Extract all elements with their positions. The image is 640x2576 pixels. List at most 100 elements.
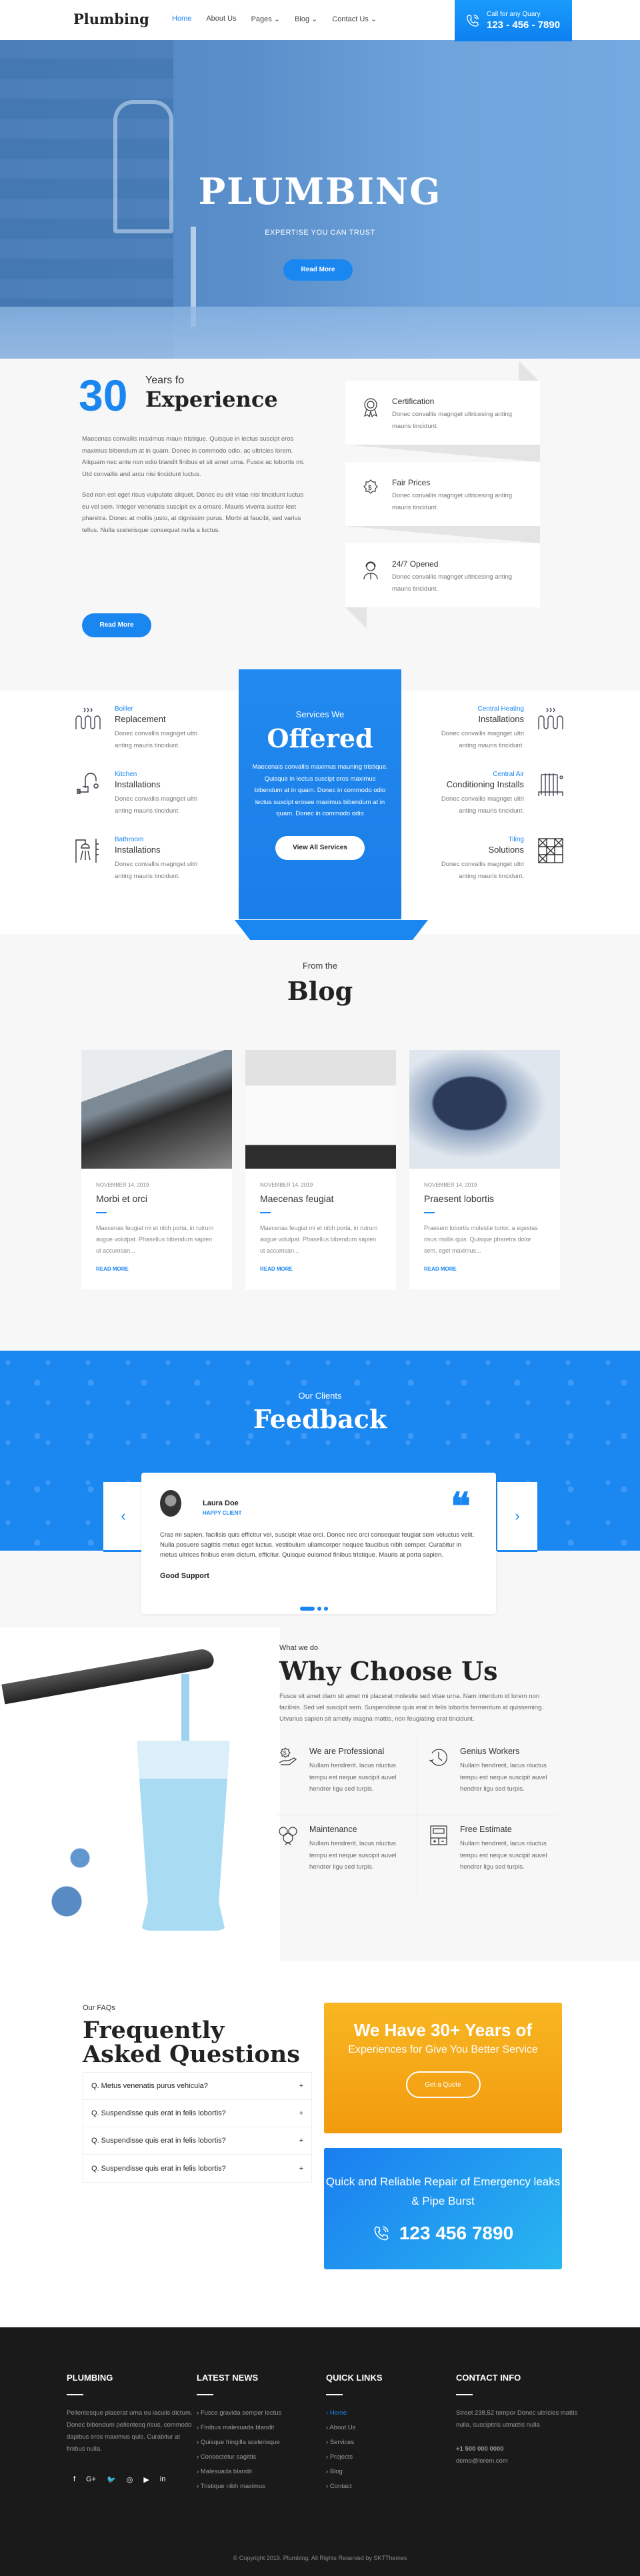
why-item: Maintenance Nullam hendrerit, lacus nluct…: [277, 1815, 417, 1893]
call-number[interactable]: 123 - 456 - 7890: [487, 19, 560, 31]
experience-read-more-button[interactable]: Read More: [82, 613, 151, 637]
service-category: Tiling: [508, 836, 524, 843]
faq-item[interactable]: Q. Suspendisse quis erat in felis lobort…: [83, 2127, 311, 2155]
plus-icon[interactable]: +: [299, 2137, 303, 2145]
ribbon-fold: [345, 445, 540, 462]
carousel-dot-active[interactable]: [300, 1607, 315, 1611]
faq-item[interactable]: Q. Suspendisse quis erat in felis lobort…: [83, 2155, 311, 2182]
nav-about[interactable]: About Us: [206, 15, 236, 23]
contact-email[interactable]: demo@lorem.com: [456, 2455, 583, 2467]
blog-title: Blog: [287, 976, 353, 1006]
plus-icon[interactable]: +: [299, 2165, 303, 2173]
feature-text: Donec convallis magnget ultricesing anti…: [392, 492, 513, 511]
contact-phone[interactable]: +1 500 000 0000: [456, 2443, 583, 2455]
why-item-title: Free Estimate: [460, 1825, 512, 1834]
get-quote-button[interactable]: Get a Quote: [405, 2071, 481, 2098]
blog-card[interactable]: NOVEMBER 14, 2019 Morbi et orci Maecenas…: [81, 1050, 232, 1289]
feature-title: Fair Prices: [392, 478, 431, 487]
why-item-text: Nullam hendrerit, lacus nluctus tempu es…: [309, 1762, 397, 1793]
blog-read-more-link[interactable]: READ MORE: [424, 1266, 545, 1272]
why-title: Why Choose Us: [279, 1656, 498, 1686]
footer-about-text: Pellentesque placerat urna eu iaculis di…: [67, 2409, 193, 2453]
services-left-list: Boiller Replacement Donec convallis magnge…: [73, 705, 227, 901]
nav-contact[interactable]: Contact Us ⌄: [332, 15, 377, 23]
hero-section: PLUMBING EXPERTISE YOU CAN TRUST Read Mo…: [0, 40, 640, 359]
next-slide-panel[interactable]: ›: [497, 1482, 537, 1552]
hero-title: PLUMBING: [198, 170, 442, 213]
client-avatar: [160, 1490, 181, 1517]
why-item-text: Nullam hendrerit, lacus nluctus tempu es…: [460, 1762, 547, 1793]
service-text: Donec convallis magnget ultri anting mau…: [441, 861, 524, 880]
blog-image-kitchen-sink[interactable]: [81, 1050, 232, 1169]
blog-card[interactable]: NOVEMBER 14, 2019 Maecenas feugiat Maece…: [245, 1050, 396, 1289]
carousel-dot[interactable]: [317, 1607, 321, 1611]
carousel-dot[interactable]: [324, 1607, 328, 1611]
prev-slide-panel[interactable]: ‹: [103, 1482, 143, 1552]
blog-image-shower-head[interactable]: [409, 1050, 560, 1169]
why-choose-us-section: What we do Why Choose Us Fusce sit amet …: [0, 1627, 640, 1961]
service-item[interactable]: Boiller Replacement Donec convallis magnge…: [73, 705, 227, 771]
blog-card[interactable]: NOVEMBER 14, 2019 Praesent lobortis Prae…: [409, 1050, 560, 1289]
promo-text: Experiences for Give You Better Service: [348, 2044, 538, 2055]
chevron-right-icon[interactable]: ›: [497, 1507, 537, 1525]
news-link[interactable]: Tristique nibh maximus: [197, 2478, 323, 2495]
view-all-services-button[interactable]: View All Services: [275, 835, 365, 860]
facebook-icon[interactable]: f: [73, 2475, 75, 2484]
service-text: Donec convallis magnget ultri anting mau…: [441, 730, 524, 749]
quick-link-contact[interactable]: Contact: [326, 2478, 453, 2495]
service-category: Kitchen: [115, 771, 137, 778]
emergency-repair-box: Quick and Reliable Repair of Emergency l…: [324, 2148, 562, 2269]
site-logo[interactable]: Plumbing: [73, 11, 149, 27]
footer-about-title: PLUMBING: [67, 2373, 113, 2383]
faq-item[interactable]: Q. Metus venenatis purus vehicula? +: [83, 2073, 311, 2100]
blog-image-bathtub[interactable]: [245, 1050, 396, 1169]
service-item[interactable]: Central Heating Installations Donec conval…: [412, 705, 565, 771]
twitter-icon[interactable]: 🐦: [107, 2475, 116, 2484]
services-title: Offered: [267, 723, 373, 753]
blog-post-title[interactable]: Morbi et orci: [96, 1193, 217, 1204]
service-item[interactable]: Bathroom Installations Donec convallis mag…: [73, 836, 227, 901]
hero-read-more-button[interactable]: Read More: [283, 259, 353, 281]
blog-read-more-link[interactable]: READ MORE: [260, 1266, 381, 1272]
blog-post-title[interactable]: Maecenas feugiat: [260, 1193, 381, 1204]
blog-post-title[interactable]: Praesent lobortis: [424, 1193, 545, 1204]
ribbon-fold: [519, 361, 540, 382]
blog-excerpt: Maecenas feugiat mi et nibh porta, in ru…: [96, 1225, 214, 1254]
nav-pages[interactable]: Pages ⌄: [251, 15, 280, 23]
services-description: Maecenais convallis maximus mauning tris…: [252, 763, 388, 817]
faq-question[interactable]: Q. Suspendisse quis erat in felis lobort…: [91, 2165, 226, 2173]
linkedin-icon[interactable]: in: [160, 2475, 166, 2484]
service-item[interactable]: Tiling Solutions Donec convallis magnget u…: [412, 836, 565, 901]
service-title: Solutions: [488, 845, 524, 855]
experience-title: Experience: [145, 387, 278, 412]
chevron-left-icon[interactable]: ‹: [103, 1507, 143, 1525]
why-lead-text: Fusce sit amet diam sit amet mi placerat…: [279, 1693, 544, 1723]
feature-text: Donec convallis magnget ultricesing anti…: [392, 411, 513, 430]
call-box[interactable]: Call for any Quary 123 - 456 - 7890: [455, 0, 572, 41]
blog-date: NOVEMBER 14, 2019: [260, 1182, 313, 1188]
faq-question[interactable]: Q. Suspendisse quis erat in felis lobort…: [91, 2109, 226, 2117]
instagram-icon[interactable]: ◎: [127, 2475, 133, 2484]
service-item[interactable]: Kitchen Installations Donec convallis magn…: [73, 771, 227, 836]
blog-excerpt: Praesent lobortis molestie tortor, a ege…: [424, 1225, 538, 1254]
testimonial-text: Cras mi sapien, facilisis quis efficitur…: [160, 1531, 475, 1559]
ribbon-fold: [345, 607, 367, 629]
money-hand-icon: $: [277, 1747, 299, 1768]
emergency-phone[interactable]: 123 456 7890: [399, 2223, 513, 2244]
youtube-icon[interactable]: ▶: [143, 2475, 149, 2484]
faq-question[interactable]: Q. Suspendisse quis erat in felis lobort…: [91, 2137, 226, 2145]
nav-home[interactable]: Home: [172, 15, 191, 23]
nav-blog[interactable]: Blog ⌄: [295, 15, 317, 23]
service-text: Donec convallis magnget ultri anting mau…: [115, 861, 198, 880]
plus-icon[interactable]: +: [299, 2109, 303, 2117]
faq-section: Our FAQs Frequently Asked Questions Q. M…: [0, 1961, 640, 2327]
testimonial-summary: Good Support: [160, 1572, 209, 1580]
quote-icon: ❝: [450, 1485, 471, 1529]
faq-question[interactable]: Q. Metus venenatis purus vehicula?: [91, 2082, 208, 2090]
google-plus-icon[interactable]: G+: [86, 2475, 96, 2484]
service-title: Installations: [115, 845, 161, 855]
plus-icon[interactable]: +: [299, 2082, 303, 2090]
service-item[interactable]: Central Air Conditioning Installs Donec co…: [412, 771, 565, 836]
blog-read-more-link[interactable]: READ MORE: [96, 1266, 217, 1272]
faq-item[interactable]: Q. Suspendisse quis erat in felis lobort…: [83, 2100, 311, 2127]
